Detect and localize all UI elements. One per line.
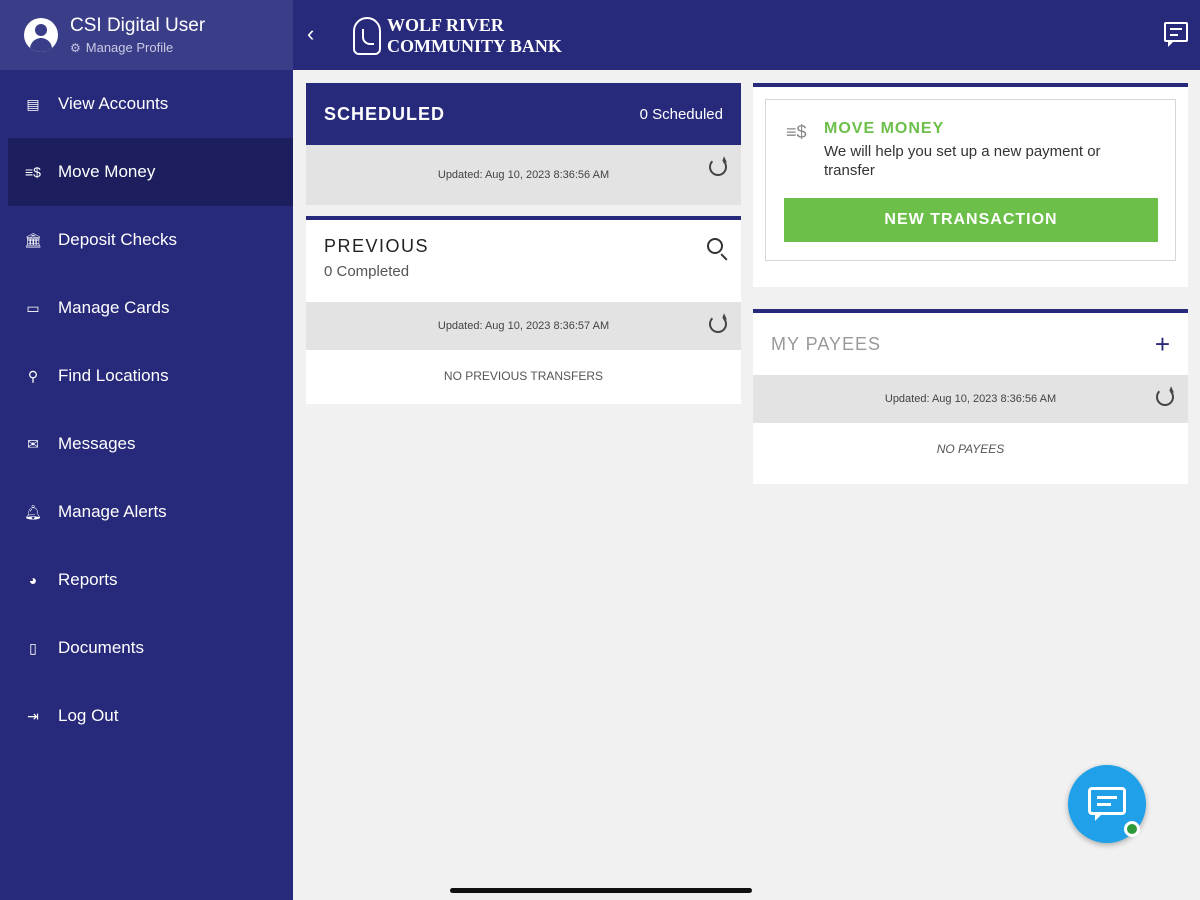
previous-card: PREVIOUS 0 Completed Updated: Aug 10, 20… xyxy=(306,216,741,404)
previous-updated-bar: Updated: Aug 10, 2023 8:36:57 AM xyxy=(306,302,741,350)
sidebar-item-manage-cards[interactable]: ▭ Manage Cards xyxy=(0,274,293,342)
scheduled-updated-bar: Updated: Aug 10, 2023 8:36:56 AM xyxy=(306,145,741,205)
new-transaction-button[interactable]: NEW TRANSACTION xyxy=(784,198,1158,242)
sidebar-item-label: Move Money xyxy=(58,162,156,181)
bell-icon: 🔔︎ xyxy=(24,503,42,520)
payees-title: MY PAYEES xyxy=(771,333,882,354)
sidebar-item-label: Manage Alerts xyxy=(58,502,167,521)
bank-name-line2: COMMUNITY BANK xyxy=(387,36,562,56)
pie-chart-icon: ◕ xyxy=(28,572,38,588)
move-money-card: ≡$ MOVE MONEY We will help you set up a … xyxy=(753,83,1188,287)
add-payee-icon[interactable]: + xyxy=(1155,331,1170,357)
refresh-icon[interactable] xyxy=(709,315,727,333)
payees-empty-message: NO PAYEES xyxy=(936,442,1005,456)
move-money-icon: ≡$ xyxy=(786,122,807,142)
home-indicator[interactable] xyxy=(450,888,752,893)
envelope-icon: ✉ xyxy=(27,435,39,452)
location-pin-icon: ⚲ xyxy=(27,367,39,384)
move-money-title: MOVE MONEY xyxy=(824,120,945,137)
scheduled-updated-text: Updated: Aug 10, 2023 8:36:56 AM xyxy=(437,169,610,181)
previous-empty-message: NO PREVIOUS TRANSFERS xyxy=(443,369,604,383)
sidebar-item-documents[interactable]: ▯ Documents xyxy=(0,614,293,682)
sidebar-item-label: Manage Cards xyxy=(58,298,170,317)
sidebar-item-find-locations[interactable]: ⚲ Find Locations xyxy=(0,342,293,410)
avatar[interactable] xyxy=(24,18,58,52)
chat-icon[interactable] xyxy=(1164,22,1188,47)
payees-card: MY PAYEES + Updated: Aug 10, 2023 8:36:5… xyxy=(753,309,1188,484)
card-icon: ▭ xyxy=(26,299,40,316)
back-button[interactable]: ‹ xyxy=(307,22,314,46)
bank-logo: WOLF RIVER COMMUNITY BANK xyxy=(353,15,562,57)
sidebar: CSI Digital User ⚙ Manage Profile ▤ View… xyxy=(0,0,293,900)
payees-updated-bar: Updated: Aug 10, 2023 8:36:56 AM xyxy=(753,375,1188,423)
manage-profile-label: Manage Profile xyxy=(85,40,174,55)
payees-header: MY PAYEES + xyxy=(753,313,1188,375)
move-money-icon: ≡$ xyxy=(25,164,41,180)
bank-icon: 🏛 xyxy=(24,231,42,248)
sidebar-item-label: View Accounts xyxy=(58,94,169,113)
sidebar-item-deposit-checks[interactable]: 🏛 Deposit Checks xyxy=(0,206,293,274)
sidebar-item-label: Documents xyxy=(58,638,144,657)
sidebar-item-messages[interactable]: ✉ Messages xyxy=(0,410,293,478)
profile-name: CSI Digital User xyxy=(70,15,206,36)
top-bar: ‹ WOLF RIVER COMMUNITY BANK xyxy=(293,0,1200,70)
sidebar-item-label: Find Locations xyxy=(58,366,169,385)
bank-name-line1: WOLF RIVER xyxy=(387,15,504,35)
sidebar-item-manage-alerts[interactable]: 🔔︎ Manage Alerts xyxy=(0,478,293,546)
scheduled-header: SCHEDULED 0 Scheduled xyxy=(306,83,741,145)
sidebar-item-view-accounts[interactable]: ▤ View Accounts xyxy=(0,70,293,138)
payees-updated-text: Updated: Aug 10, 2023 8:36:56 AM xyxy=(884,393,1057,405)
sidebar-item-label: Messages xyxy=(58,434,136,453)
search-icon[interactable] xyxy=(707,238,723,254)
sidebar-item-move-money[interactable]: ≡$ Move Money xyxy=(8,138,293,206)
refresh-icon[interactable] xyxy=(1156,388,1174,406)
profile-header[interactable]: CSI Digital User ⚙ Manage Profile xyxy=(0,0,293,70)
document-icon: ▯ xyxy=(29,639,37,656)
scheduled-count: 0 Scheduled xyxy=(639,105,723,123)
scheduled-title: SCHEDULED xyxy=(324,103,446,124)
online-status-dot xyxy=(1124,821,1140,837)
wolf-logo-icon xyxy=(353,17,381,55)
sidebar-item-log-out[interactable]: ⇥ Log Out xyxy=(0,682,293,750)
accounts-icon: ▤ xyxy=(26,95,40,112)
move-money-panel: ≡$ MOVE MONEY We will help you set up a … xyxy=(765,99,1176,261)
previous-completed-count: 0 Completed xyxy=(324,263,410,280)
previous-updated-text: Updated: Aug 10, 2023 8:36:57 AM xyxy=(437,320,610,332)
chat-button[interactable] xyxy=(1068,765,1146,843)
previous-header: PREVIOUS 0 Completed xyxy=(306,220,741,302)
gear-icon: ⚙ xyxy=(70,40,81,55)
scheduled-card: SCHEDULED 0 Scheduled Updated: Aug 10, 2… xyxy=(306,83,741,205)
chat-bubble-icon xyxy=(1088,787,1126,821)
sidebar-item-reports[interactable]: ◕ Reports xyxy=(0,546,293,614)
sidebar-item-label: Reports xyxy=(58,570,118,589)
refresh-icon[interactable] xyxy=(709,158,727,176)
manage-profile-link[interactable]: ⚙ Manage Profile xyxy=(70,40,205,55)
previous-title: PREVIOUS xyxy=(324,236,430,256)
sidebar-item-label: Deposit Checks xyxy=(58,230,178,249)
logout-icon: ⇥ xyxy=(27,707,39,724)
move-money-description: We will help you set up a new payment or… xyxy=(824,143,1101,179)
sidebar-item-label: Log Out xyxy=(58,706,119,725)
chevron-left-icon: ‹ xyxy=(307,21,315,46)
